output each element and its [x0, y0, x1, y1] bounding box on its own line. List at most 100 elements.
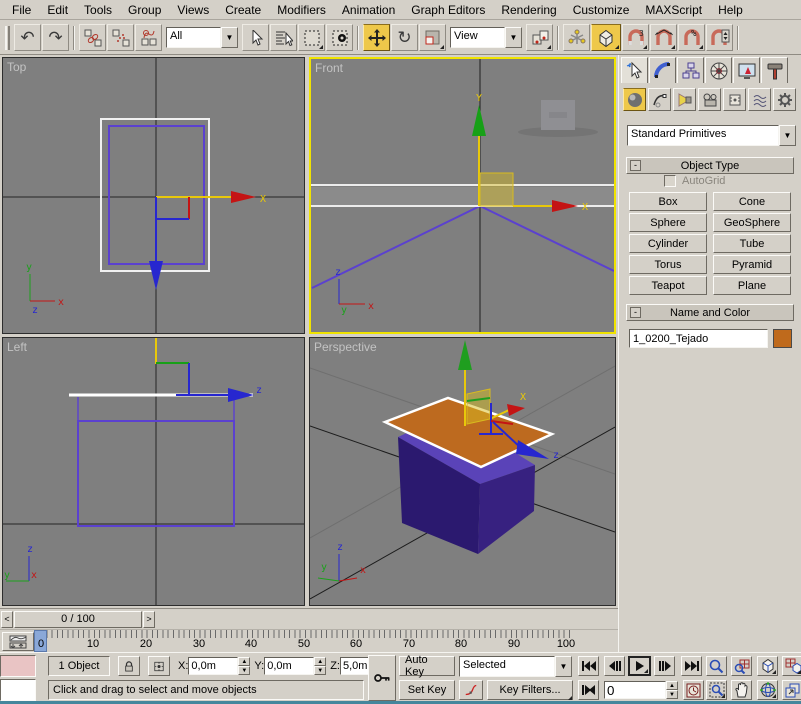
menu-create[interactable]: Create — [217, 1, 269, 19]
front-view-canvas[interactable]: Y X z y x — [311, 59, 614, 332]
redo-button[interactable]: ↷ — [42, 24, 69, 51]
spinner-down-icon[interactable]: ▼ — [238, 666, 250, 675]
dropdown-arrow-icon[interactable]: ▼ — [555, 656, 572, 677]
menu-tools[interactable]: Tools — [76, 1, 120, 19]
tab-create[interactable] — [621, 57, 648, 83]
tab-hierarchy[interactable] — [677, 57, 704, 83]
select-and-move-button[interactable] — [363, 24, 390, 51]
set-key-button[interactable]: Set Key — [399, 680, 455, 700]
menu-customize[interactable]: Customize — [565, 1, 638, 19]
tab-motion[interactable] — [705, 57, 732, 83]
window-crossing-toggle-button[interactable] — [326, 24, 353, 51]
torus-button[interactable]: Torus — [629, 255, 707, 274]
category-cameras[interactable] — [698, 88, 721, 111]
viewport-left[interactable]: Left z z — [2, 337, 305, 606]
go-to-end-button[interactable] — [681, 656, 702, 676]
time-slider-handle[interactable]: 0 / 100 — [14, 611, 142, 628]
menu-file[interactable]: File — [4, 1, 39, 19]
pyramid-button[interactable]: Pyramid — [713, 255, 791, 274]
selection-lock-button[interactable] — [118, 656, 140, 676]
unlink-selection-button[interactable] — [107, 24, 134, 51]
select-and-scale-button[interactable] — [419, 24, 446, 51]
key-filters-button[interactable]: Key Filters... — [487, 680, 573, 700]
y-spinner[interactable]: ▲▼ — [314, 657, 326, 675]
rectangular-selection-region-button[interactable] — [298, 24, 325, 51]
object-name-input[interactable] — [629, 329, 768, 348]
select-by-name-button[interactable] — [270, 24, 297, 51]
bind-to-space-warp-button[interactable] — [135, 24, 162, 51]
select-object-button[interactable] — [242, 24, 269, 51]
toolbar-drag-handle[interactable] — [5, 26, 10, 50]
next-frame-button[interactable] — [654, 656, 675, 676]
category-helpers[interactable] — [723, 88, 746, 111]
viewport-left-label[interactable]: Left — [7, 340, 27, 354]
viewport-perspective[interactable]: Perspective — [309, 337, 616, 606]
spinner-up-icon[interactable]: ▲ — [238, 657, 250, 666]
tab-modify[interactable] — [649, 57, 676, 83]
x-coordinate-field[interactable] — [188, 657, 238, 675]
frame-spinner[interactable]: ▲▼ — [666, 681, 678, 699]
snaps-toggle-button[interactable] — [591, 24, 621, 51]
menu-graph-editors[interactable]: Graph Editors — [403, 1, 493, 19]
category-lights[interactable] — [673, 88, 696, 111]
arc-rotate-button[interactable] — [757, 680, 778, 700]
collapse-icon[interactable]: - — [630, 307, 641, 318]
snap-mode-button[interactable]: 3 — [622, 24, 649, 51]
spinner-snap-button[interactable] — [706, 24, 733, 51]
reference-coordinate-dropdown[interactable]: View ▼ — [450, 27, 522, 48]
time-slider-prev-button[interactable]: < — [1, 611, 13, 628]
maxscript-listener-pink-pane[interactable] — [0, 655, 36, 677]
select-and-link-button[interactable] — [79, 24, 106, 51]
geosphere-button[interactable]: GeoSphere — [713, 213, 791, 232]
region-zoom-button[interactable] — [706, 680, 727, 700]
menu-rendering[interactable]: Rendering — [493, 1, 564, 19]
autogrid-checkbox[interactable] — [664, 175, 676, 187]
percent-snap-button[interactable]: % — [678, 24, 705, 51]
menu-modifiers[interactable]: Modifiers — [269, 1, 334, 19]
category-geometry[interactable] — [623, 88, 646, 111]
spinner-down-icon[interactable]: ▼ — [314, 666, 326, 675]
tube-button[interactable]: Tube — [713, 234, 791, 253]
box-button[interactable]: Box — [629, 192, 707, 211]
menu-animation[interactable]: Animation — [334, 1, 403, 19]
track-ruler[interactable]: 0 10 20 30 40 50 60 70 80 90 100 — [36, 630, 584, 653]
menu-group[interactable]: Group — [120, 1, 169, 19]
category-systems[interactable] — [773, 88, 796, 111]
frame-number-field[interactable] — [604, 681, 666, 699]
cone-button[interactable]: Cone — [713, 192, 791, 211]
y-coordinate-field[interactable] — [264, 657, 314, 675]
category-shapes[interactable] — [648, 88, 671, 111]
default-in-out-tangent-button[interactable] — [459, 680, 483, 700]
dropdown-arrow-icon[interactable]: ▼ — [221, 27, 238, 48]
maxscript-listener-white-pane[interactable] — [0, 679, 36, 701]
select-and-manipulate-button[interactable] — [563, 24, 590, 51]
spinner-up-icon[interactable]: ▲ — [666, 681, 678, 690]
set-keys-button[interactable] — [368, 655, 396, 701]
menu-edit[interactable]: Edit — [39, 1, 76, 19]
object-type-rollout-header[interactable]: - Object Type — [626, 157, 794, 174]
zoom-all-button[interactable] — [731, 656, 752, 676]
time-configuration-button[interactable] — [683, 680, 704, 700]
geometry-category-dropdown[interactable]: Standard Primitives ▼ — [627, 125, 799, 146]
previous-frame-button[interactable] — [604, 656, 625, 676]
category-space-warps[interactable] — [748, 88, 771, 111]
teapot-button[interactable]: Teapot — [629, 276, 707, 295]
viewport-perspective-label[interactable]: Perspective — [314, 340, 377, 354]
dropdown-arrow-icon[interactable]: ▼ — [779, 125, 796, 146]
absolute-offset-toggle[interactable] — [148, 656, 170, 676]
viewport-front-label[interactable]: Front — [315, 61, 343, 75]
left-view-canvas[interactable]: z z y x — [3, 338, 304, 605]
cylinder-button[interactable]: Cylinder — [629, 234, 707, 253]
selection-filter-dropdown[interactable]: All ▼ — [166, 27, 238, 48]
collapse-icon[interactable]: - — [630, 160, 641, 171]
select-and-rotate-button[interactable]: ↻ — [391, 24, 418, 51]
object-color-swatch[interactable] — [773, 329, 792, 348]
tab-utilities[interactable] — [761, 57, 788, 83]
zoom-extents-button[interactable] — [757, 656, 778, 676]
time-slider-next-button[interactable]: > — [143, 611, 155, 628]
spinner-up-icon[interactable]: ▲ — [314, 657, 326, 666]
menu-maxscript[interactable]: MAXScript — [637, 1, 710, 19]
viewport-front[interactable]: Front Y X — [309, 57, 616, 334]
plane-button[interactable]: Plane — [713, 276, 791, 295]
use-center-button[interactable] — [526, 24, 553, 51]
